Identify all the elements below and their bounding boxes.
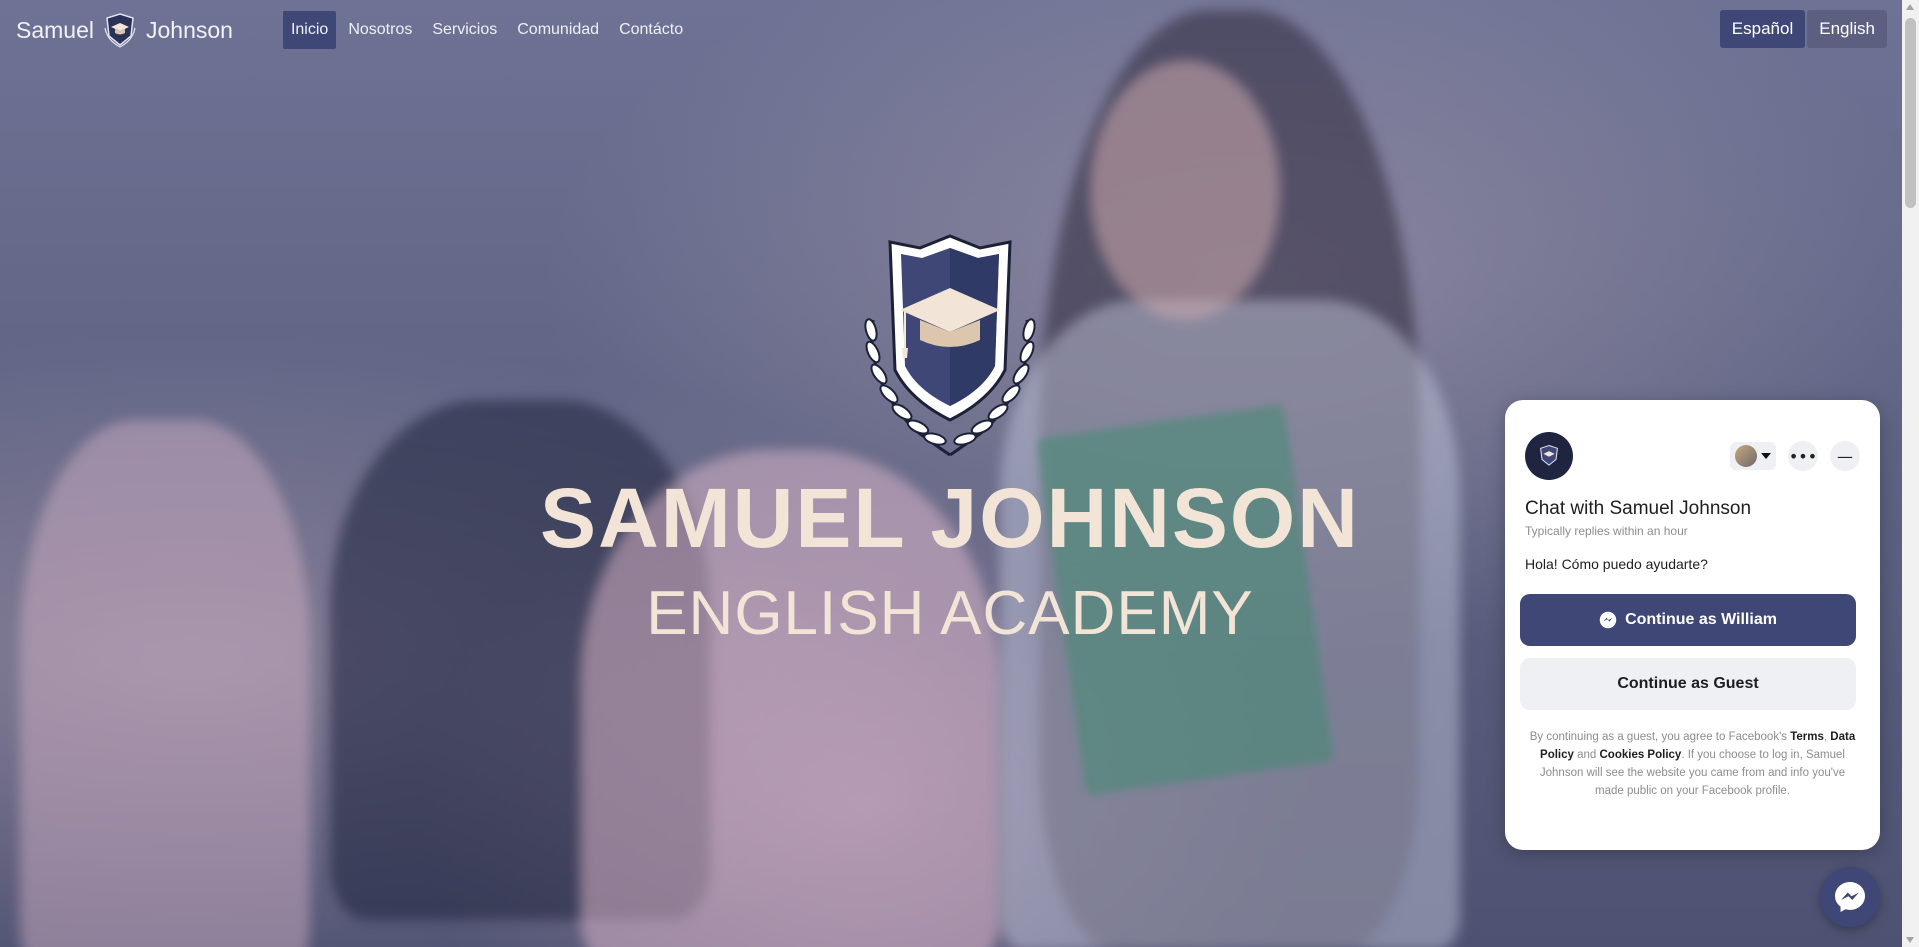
chat-widget: ••• — Chat with Samuel Johnson Typically… (1505, 400, 1880, 850)
chat-avatar (1525, 432, 1573, 480)
nav-contacto[interactable]: Contácto (611, 11, 691, 49)
messenger-icon (1599, 611, 1617, 629)
nav-links: Inicio Nosotros Servicios Comunidad Cont… (282, 11, 691, 49)
scroll-up-arrow-icon[interactable] (1906, 4, 1914, 10)
scroll-down-arrow-icon[interactable] (1906, 937, 1914, 943)
language-switcher: Español English (1719, 10, 1887, 48)
chat-response-time: Typically replies within an hour (1525, 524, 1688, 538)
legal-text-1: By continuing as a guest, you agree to F… (1529, 731, 1791, 743)
continue-as-user-label: Continue as William (1625, 611, 1777, 628)
messenger-icon (1835, 882, 1865, 912)
nav-servicios[interactable]: Servicios (424, 11, 505, 49)
chat-legal-text: By continuing as a guest, you agree to F… (1525, 728, 1860, 800)
account-switcher[interactable] (1730, 442, 1776, 470)
legal-comma: , (1823, 731, 1828, 743)
graduation-crest-icon (864, 234, 1036, 457)
nav-comunidad[interactable]: Comunidad (509, 11, 607, 49)
chat-title: Chat with Samuel Johnson (1525, 498, 1752, 519)
legal-and: and (1573, 749, 1600, 761)
nav-inicio[interactable]: Inicio (282, 11, 337, 49)
lang-en-button[interactable]: English (1807, 10, 1887, 48)
page-scrollbar[interactable] (1902, 0, 1919, 947)
terms-link[interactable]: Terms (1790, 731, 1824, 743)
brand[interactable]: Samuel Johnson (16, 10, 233, 50)
navbar: Samuel Johnson Inicio Nosotros Servicios… (0, 0, 1919, 60)
messenger-launcher-button[interactable] (1820, 867, 1880, 927)
scrollbar-thumb[interactable] (1905, 18, 1916, 208)
lang-es-button[interactable]: Español (1719, 10, 1806, 48)
nav-nosotros[interactable]: Nosotros (340, 11, 420, 49)
brand-right: Johnson (145, 16, 233, 43)
graduation-crest-icon (1540, 444, 1558, 466)
chat-header: ••• — (1525, 432, 1860, 480)
brand-left: Samuel (16, 16, 94, 43)
chat-controls: ••• — (1730, 441, 1860, 471)
chat-greeting: Hola! Cómo puedo ayudarte? (1525, 556, 1708, 572)
avatar (1735, 445, 1757, 467)
continue-as-guest-button[interactable]: Continue as Guest (1520, 658, 1856, 710)
chevron-down-icon (1761, 453, 1771, 459)
continue-as-user-button[interactable]: Continue as William (1520, 594, 1856, 646)
cookies-policy-link[interactable]: Cookies Policy (1600, 749, 1682, 761)
graduation-crest-icon (104, 13, 136, 48)
minimize-icon[interactable]: — (1830, 441, 1860, 471)
more-options-icon[interactable]: ••• (1788, 441, 1818, 471)
